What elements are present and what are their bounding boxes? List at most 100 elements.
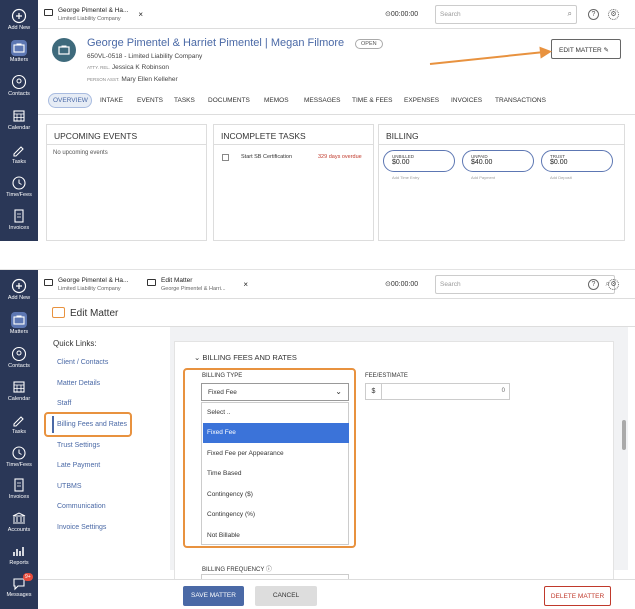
folder-icon [44, 9, 53, 16]
tab-intake[interactable]: INTAKE [100, 97, 123, 104]
save-matter-button[interactable]: SAVE MATTER [183, 586, 244, 606]
quick-link-communication[interactable]: Communication [57, 503, 106, 510]
attorney-row: ATTY. REL. Jessica K Robinson [87, 64, 169, 71]
nav-tasks[interactable]: Tasks [0, 412, 38, 435]
tab-messages[interactable]: MESSAGES [304, 97, 340, 104]
nav-invoices[interactable]: Invoices [0, 208, 38, 231]
quick-link-client-contacts[interactable]: Client / Contacts [57, 359, 108, 366]
nav-calendar[interactable]: Calendar [0, 108, 38, 131]
edit-matter-screen: Add New Matters Contacts Calendar Tasks … [0, 269, 635, 609]
quick-link-invoice-settings[interactable]: Invoice Settings [57, 524, 106, 531]
matter-tab[interactable]: George Pimentel & Ha... Limited Liabilit… [38, 273, 138, 299]
pill-sub[interactable]: Add Deposit [550, 175, 572, 180]
edit-matter-button[interactable]: EDIT MATTER ✎ [551, 39, 621, 59]
help-icon[interactable]: ? [588, 279, 599, 290]
billing-frequency-label: BILLING FREQUENCY ⓘ [202, 564, 272, 573]
nav-accounts[interactable]: Accounts [0, 510, 38, 533]
messages-badge: 9+ [23, 573, 33, 581]
card-title: BILLING [379, 125, 624, 145]
assistant-label: PERSON ASST. [87, 77, 120, 82]
tab-title: George Pimentel & Ha... [58, 277, 129, 284]
nav-contacts[interactable]: Contacts [0, 74, 38, 97]
invoice-icon [11, 208, 27, 224]
search-input[interactable]: Search ⌕ [435, 5, 577, 24]
briefcase-icon [11, 40, 27, 56]
attorney-name: Jessica K Robinson [111, 64, 169, 71]
timer[interactable]: ⊙00:00:00 [385, 10, 418, 18]
nav-add-new[interactable]: Add New [0, 278, 38, 301]
tab-invoices[interactable]: INVOICES [451, 97, 482, 104]
upcoming-events-card: UPCOMING EVENTS No upcoming events [46, 124, 207, 241]
contacts-icon [11, 74, 27, 90]
top-bar: George Pimentel & Ha... Limited Liabilit… [38, 270, 635, 299]
delete-matter-button[interactable]: DELETE MATTER [544, 586, 611, 606]
nav-label: Messages [6, 592, 32, 598]
tab-transactions[interactable]: TRANSACTIONS [495, 97, 546, 104]
quick-link-matter-details[interactable]: Matter Details [57, 380, 100, 387]
search-icon[interactable]: ⌕ [568, 9, 572, 19]
bar-chart-icon [11, 543, 27, 559]
nav-calendar[interactable]: Calendar [0, 379, 38, 402]
quick-link-trust-settings[interactable]: Trust Settings [57, 442, 100, 449]
quick-link-staff[interactable]: Staff [57, 400, 71, 407]
matter-number: 650VL-0518 - Limited Liability Company [87, 53, 203, 60]
edit-matter-tab[interactable]: Edit Matter George Pimentel & Harri... × [141, 273, 251, 299]
tab-events[interactable]: EVENTS [137, 97, 163, 104]
tab-memos[interactable]: MEMOS [264, 97, 289, 104]
trust-pill[interactable]: TRUST $0.00 Add Deposit [541, 150, 613, 180]
pill-value: $0.00 [550, 159, 568, 166]
nav-label: Add New [7, 295, 31, 301]
unbilled-pill[interactable]: UNBILLED $0.00 Add Time Entry [383, 150, 455, 180]
nav-matters[interactable]: Matters [0, 312, 38, 335]
scrollbar-thumb[interactable] [622, 420, 626, 450]
pencil-icon: ✎ [603, 47, 609, 54]
tab-documents[interactable]: DOCUMENTS [208, 97, 250, 104]
nav-matters[interactable]: Matters [0, 40, 38, 63]
quick-link-late-payment[interactable]: Late Payment [57, 462, 100, 469]
fee-input[interactable]: $0 [365, 383, 510, 400]
tab-expenses[interactable]: EXPENSES [404, 97, 439, 104]
unpaid-pill[interactable]: UNPAID $40.00 Add Payment [462, 150, 534, 180]
briefcase-icon [11, 312, 27, 328]
nav-add-new[interactable]: Add New [0, 8, 38, 31]
highlight-billing-link [44, 412, 132, 437]
nav-label: Calendar [7, 125, 31, 131]
pencil-icon [11, 412, 27, 428]
bank-icon [11, 510, 27, 526]
tab-time-fees[interactable]: TIME & FEES [352, 97, 392, 104]
pill-sub[interactable]: Add Time Entry [392, 175, 419, 180]
cancel-button[interactable]: CANCEL [255, 586, 317, 606]
task-checkbox[interactable] [222, 154, 229, 161]
nav-label: Calendar [7, 396, 31, 402]
nav-reports[interactable]: Reports [0, 543, 38, 566]
gear-icon[interactable]: ⚙ [608, 279, 619, 290]
help-icon[interactable]: ? [588, 9, 599, 20]
pill-sub[interactable]: Add Payment [471, 175, 495, 180]
page-title: Edit Matter [70, 308, 119, 319]
frequency-label-text: BILLING FREQUENCY [202, 567, 265, 573]
info-icon: ⓘ [265, 567, 272, 573]
nav-messages[interactable]: Messages 9+ [0, 573, 38, 598]
sidebar: Add New Matters Contacts Calendar Tasks … [0, 0, 38, 241]
nav-label: Tasks [11, 429, 27, 435]
billing-card: BILLING UNBILLED $0.00 Add Time Entry UNPA… [378, 124, 625, 241]
close-icon[interactable]: × [243, 281, 248, 289]
nav-contacts[interactable]: Contacts [0, 346, 38, 369]
gear-icon[interactable]: ⚙ [608, 9, 619, 20]
nav-time-fees[interactable]: Time/Fees [0, 175, 38, 198]
attorney-label: ATTY. REL. [87, 65, 111, 70]
task-name[interactable]: Start SB Certification [241, 154, 292, 160]
quick-links-title: Quick Links: [53, 339, 97, 348]
nav-invoices[interactable]: Invoices [0, 477, 38, 500]
arrow-head [539, 45, 553, 59]
nav-tasks[interactable]: Tasks [0, 142, 38, 165]
matter-tab[interactable]: George Pimentel & Ha... Limited Liabilit… [38, 3, 146, 29]
close-icon[interactable]: × [138, 11, 143, 19]
tab-overview[interactable]: OVERVIEW [53, 97, 88, 104]
pencil-icon [11, 142, 27, 158]
timer[interactable]: ⊙00:00:00 [385, 280, 418, 288]
tab-tasks[interactable]: TASKS [174, 97, 195, 104]
quick-link-utbms[interactable]: UTBMS [57, 483, 82, 490]
nav-label: Invoices [8, 225, 30, 231]
nav-time-fees[interactable]: Time/Fees [0, 445, 38, 468]
